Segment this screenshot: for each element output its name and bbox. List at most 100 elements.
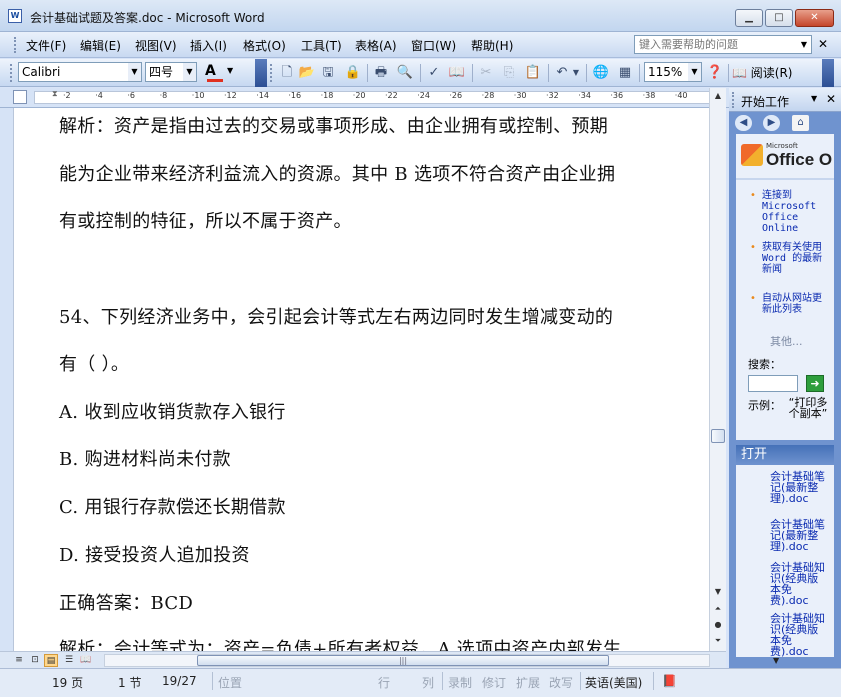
link-auto-update[interactable]: 自动从网站更新此列表 <box>762 293 830 315</box>
doc-line[interactable]: 有（ ）。 <box>59 350 129 376</box>
open-folder-icon[interactable]: 📂 <box>298 64 316 82</box>
status-overtype[interactable]: 改写 <box>549 674 573 691</box>
chevron-down-icon[interactable]: ▼ <box>811 94 817 103</box>
recent-file-link[interactable]: 会计基础知识(经典版本免费).doc <box>770 562 826 606</box>
cut-icon[interactable]: ✂ <box>477 64 495 82</box>
help-icon[interactable]: ❓ <box>706 64 724 82</box>
permission-icon[interactable]: 🔒 <box>344 64 362 82</box>
word-app-icon[interactable]: W <box>8 9 22 23</box>
doc-line[interactable]: C. 用银行存款偿还长期借款 <box>59 493 286 519</box>
hyperlink-icon[interactable]: 🌐 <box>592 64 610 82</box>
status-extend[interactable]: 扩展 <box>516 674 540 691</box>
status-language[interactable]: 英语(美国) <box>585 674 642 691</box>
status-rec[interactable]: 录制 <box>448 674 472 691</box>
recent-file-link[interactable]: 会计基础知识(经典版本免费).doc <box>770 613 826 657</box>
table-icon[interactable]: ▦ <box>616 64 634 82</box>
horizontal-scroll-thumb[interactable]: ||| <box>197 655 609 666</box>
horizontal-ruler[interactable]: ·2 ·4 ·6 ·8 ·10 ·12 ·14 ·16 ·18 ·20 ·22 ·24 ·26 ·28 ·3… <box>34 91 710 104</box>
minimize-button[interactable]: ▁ <box>735 9 763 27</box>
spelling-status-icon[interactable]: 📕 <box>662 674 677 688</box>
home-icon[interactable]: ⌂ <box>792 115 809 131</box>
undo-icon[interactable]: ↶ <box>553 64 571 82</box>
horizontal-scrollbar[interactable]: ||| <box>104 654 710 667</box>
scroll-up-icon[interactable]: ▲ <box>712 90 724 102</box>
doc-line[interactable]: B. 购进材料尚未付款 <box>59 445 231 471</box>
browse-object-icon[interactable]: ● <box>712 619 724 631</box>
help-search-input[interactable]: 键入需要帮助的问题 ▼ <box>634 35 812 54</box>
zoom-select[interactable]: 115% ▼ <box>644 62 702 82</box>
forward-icon[interactable]: ▶ <box>763 115 780 131</box>
font-name-select[interactable]: Calibri ▼ <box>18 62 142 82</box>
menu-insert[interactable]: 插入(I) <box>190 37 227 54</box>
research-icon[interactable]: 📖 <box>448 64 466 82</box>
chevron-down-icon[interactable]: ▼ <box>227 66 233 75</box>
print-icon[interactable]: 🖶 <box>372 64 390 82</box>
web-layout-icon[interactable]: ⊡ <box>28 654 42 667</box>
doc-line[interactable]: 正确答案：BCD <box>59 589 193 615</box>
normal-view-icon[interactable]: ≡ <box>12 654 26 667</box>
reading-view-icon[interactable]: 📖 <box>79 654 93 667</box>
scroll-thumb[interactable] <box>711 429 725 443</box>
paste-icon[interactable]: 📋 <box>524 64 542 82</box>
indent-marker-icon[interactable]: ⧗ <box>52 89 60 98</box>
chevron-down-icon[interactable]: ▼ <box>797 36 811 53</box>
copy-icon[interactable]: ⎘ <box>500 64 518 82</box>
menu-grip[interactable] <box>14 37 17 53</box>
example-text: “打印多个副本” <box>788 396 828 420</box>
vertical-scrollbar[interactable]: ▲ ▼ ⏶ ● ⏷ <box>709 88 726 651</box>
font-size-select[interactable]: 四号 ▼ <box>145 62 197 82</box>
tab-selector[interactable] <box>13 90 27 104</box>
read-mode-button[interactable]: 📖 阅读(R) <box>732 64 792 81</box>
menu-format[interactable]: 格式(O) <box>243 37 286 54</box>
task-pane-title[interactable]: 开始工作 <box>741 93 789 110</box>
toolbar-overflow[interactable] <box>822 59 834 87</box>
save-icon[interactable]: 🖫 <box>319 64 337 82</box>
search-go-icon[interactable]: ➜ <box>806 375 824 392</box>
font-color-button[interactable]: A ▼ <box>205 63 235 83</box>
menu-file[interactable]: 文件(F) <box>26 37 66 54</box>
maximize-button[interactable]: □ <box>765 9 793 27</box>
spelling-icon[interactable]: ✓ <box>425 64 443 82</box>
previous-page-icon[interactable]: ⏶ <box>712 603 724 615</box>
task-pane-scroll-down-icon[interactable]: ▼ <box>773 656 779 665</box>
link-office-online[interactable]: 连接到 Microsoft Office Online <box>762 190 830 234</box>
print-layout-icon[interactable]: ▤ <box>44 654 58 667</box>
chevron-down-icon[interactable]: ▼ <box>571 64 581 82</box>
task-pane-grip[interactable] <box>732 92 735 108</box>
recent-file-link[interactable]: 会计基础笔记(最新整理).doc <box>770 471 826 504</box>
toolbar-grip[interactable] <box>10 64 13 82</box>
doc-line[interactable]: 解析：会计等式为：资产=负债+所有者权益，A 选项中资产内部发生 <box>59 635 621 651</box>
doc-line[interactable]: 有或控制的特征，所以不属于资产。 <box>59 207 352 233</box>
toolbar-grip[interactable] <box>270 64 273 82</box>
toolbar-overflow[interactable] <box>255 59 267 87</box>
doc-line[interactable]: A. 收到应收销货款存入银行 <box>59 398 286 424</box>
menu-tools[interactable]: 工具(T) <box>301 37 342 54</box>
scroll-down-icon[interactable]: ▼ <box>712 586 724 598</box>
back-icon[interactable]: ◀ <box>735 115 752 131</box>
chevron-down-icon[interactable]: ▼ <box>128 63 141 81</box>
chevron-down-icon[interactable]: ▼ <box>183 63 196 81</box>
chevron-down-icon[interactable]: ▼ <box>688 63 701 81</box>
new-document-icon[interactable]: 🗋 <box>278 64 296 82</box>
link-word-news[interactable]: 获取有关使用 Word 的最新新闻 <box>762 242 830 275</box>
close-button[interactable]: ✕ <box>795 9 834 27</box>
menu-edit[interactable]: 编辑(E) <box>80 37 121 54</box>
print-preview-icon[interactable]: 🔍 <box>396 64 414 82</box>
more-link[interactable]: 其他... <box>770 333 803 349</box>
document-close-icon[interactable]: ✕ <box>818 37 828 51</box>
status-section: 1 节 <box>118 676 142 690</box>
doc-line[interactable]: D. 接受投资人追加投资 <box>59 541 250 567</box>
doc-line[interactable]: 54、下列经济业务中，会引起会计等式左右两边同时发生增减变动的 <box>59 303 613 329</box>
menu-table[interactable]: 表格(A) <box>355 37 397 54</box>
doc-line[interactable]: 能为企业带来经济利益流入的资源。其中 B 选项不符合资产由企业拥 <box>59 160 615 186</box>
menu-window[interactable]: 窗口(W) <box>411 37 456 54</box>
search-input[interactable] <box>748 375 798 392</box>
recent-file-link[interactable]: 会计基础笔记(最新整理).doc <box>770 519 826 552</box>
next-page-icon[interactable]: ⏷ <box>712 635 724 647</box>
doc-line[interactable]: 解析：资产是指由过去的交易或事项形成、由企业拥有或控制、预期 <box>59 112 608 138</box>
menu-view[interactable]: 视图(V) <box>135 37 177 54</box>
outline-view-icon[interactable]: ☰ <box>62 654 76 667</box>
task-pane-close-icon[interactable]: ✕ <box>826 92 836 106</box>
status-track[interactable]: 修订 <box>482 674 506 691</box>
menu-help[interactable]: 帮助(H) <box>471 37 513 54</box>
